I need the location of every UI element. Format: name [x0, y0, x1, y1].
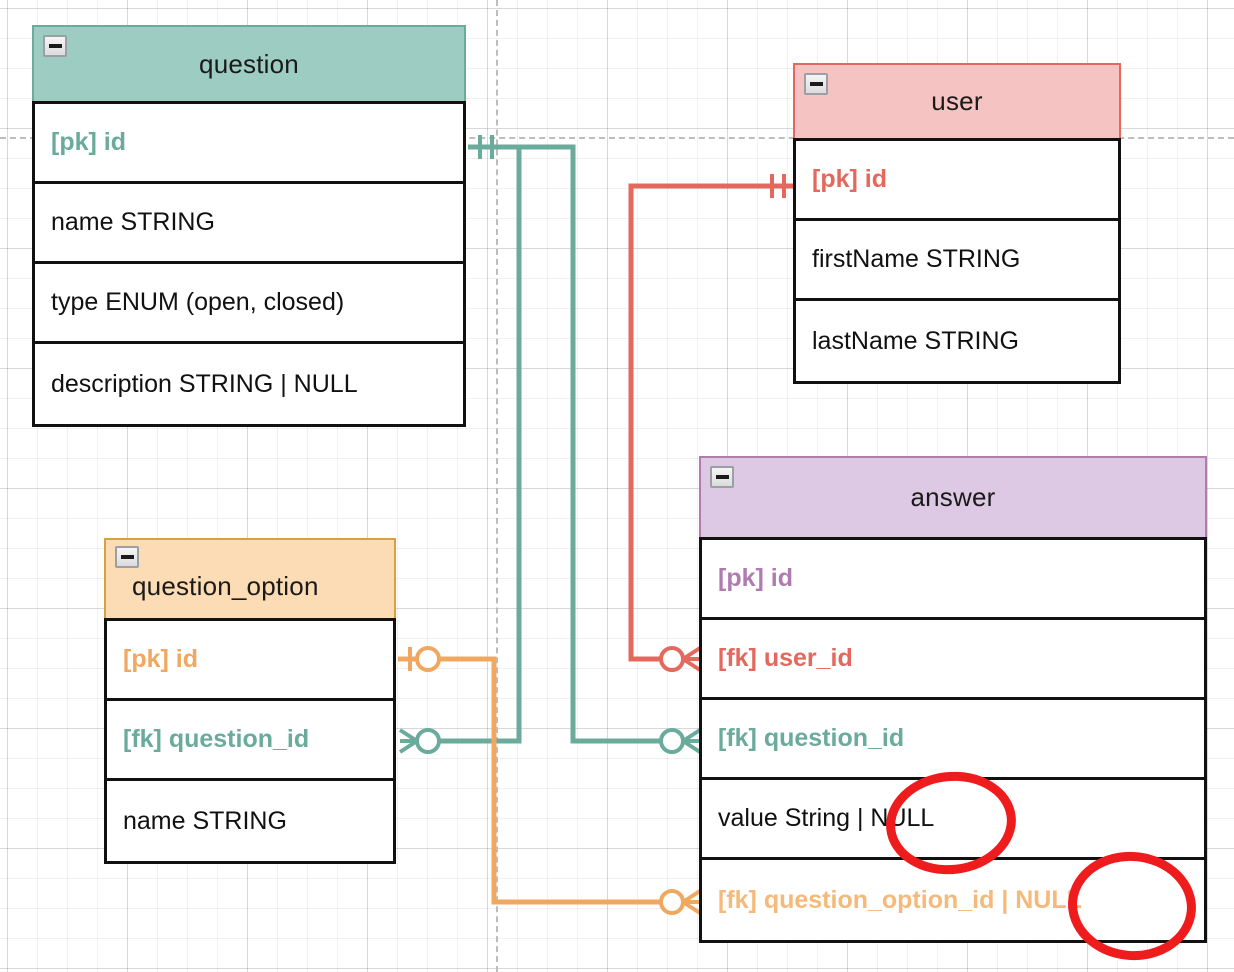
minus-icon[interactable] [43, 35, 67, 57]
relationship-question_option-to-answer [398, 646, 702, 915]
table-row[interactable]: name STRING [35, 184, 463, 264]
table-row[interactable]: [pk] id [35, 104, 463, 184]
table-title: question [199, 48, 299, 79]
table-row[interactable]: firstName STRING [796, 221, 1118, 301]
table-row[interactable]: [pk] id [796, 141, 1118, 221]
table-answer[interactable]: answer [pk] id [fk] user_id [fk] questio… [699, 456, 1207, 943]
relationship-question-to-answer [468, 144, 702, 754]
table-row[interactable]: value String | NULL [702, 780, 1204, 860]
table-user[interactable]: user [pk] id firstName STRING lastName S… [793, 63, 1121, 384]
table-columns-question: [pk] id name STRING type ENUM (open, clo… [32, 101, 466, 427]
minus-icon[interactable] [710, 466, 734, 488]
table-question[interactable]: question [pk] id name STRING type ENUM (… [32, 25, 466, 427]
table-row[interactable]: [pk] id [107, 621, 393, 701]
table-title: answer [910, 482, 996, 512]
table-row[interactable]: name STRING [107, 781, 393, 861]
table-row[interactable]: description STRING | NULL [35, 344, 463, 424]
table-row[interactable]: [pk] id [702, 540, 1204, 620]
er-diagram-canvas[interactable]: question [pk] id name STRING type ENUM (… [0, 0, 1234, 972]
table-row[interactable]: [fk] question_id [107, 701, 393, 781]
table-row[interactable]: lastName STRING [796, 301, 1118, 381]
table-columns-user: [pk] id firstName STRING lastName STRING [793, 138, 1121, 384]
table-title: user [931, 86, 983, 116]
table-header-user[interactable]: user [793, 63, 1121, 138]
table-row[interactable]: type ENUM (open, closed) [35, 264, 463, 344]
table-row[interactable]: [fk] user_id [702, 620, 1204, 700]
minus-icon[interactable] [115, 546, 139, 568]
table-header-answer[interactable]: answer [699, 456, 1207, 537]
table-question-option[interactable]: question_option [pk] id [fk] question_id… [104, 538, 396, 864]
minus-icon[interactable] [804, 73, 828, 95]
table-header-question-option[interactable]: question_option [104, 538, 396, 618]
vertical-guide-line [496, 0, 498, 972]
table-header-question[interactable]: question [32, 25, 466, 101]
table-columns-question-option: [pk] id [fk] question_id name STRING [104, 618, 396, 864]
table-title: question_option [132, 570, 319, 601]
table-row[interactable]: [fk] question_option_id | NULL [702, 860, 1204, 940]
table-columns-answer: [pk] id [fk] user_id [fk] question_id va… [699, 537, 1207, 943]
table-row[interactable]: [fk] question_id [702, 700, 1204, 780]
